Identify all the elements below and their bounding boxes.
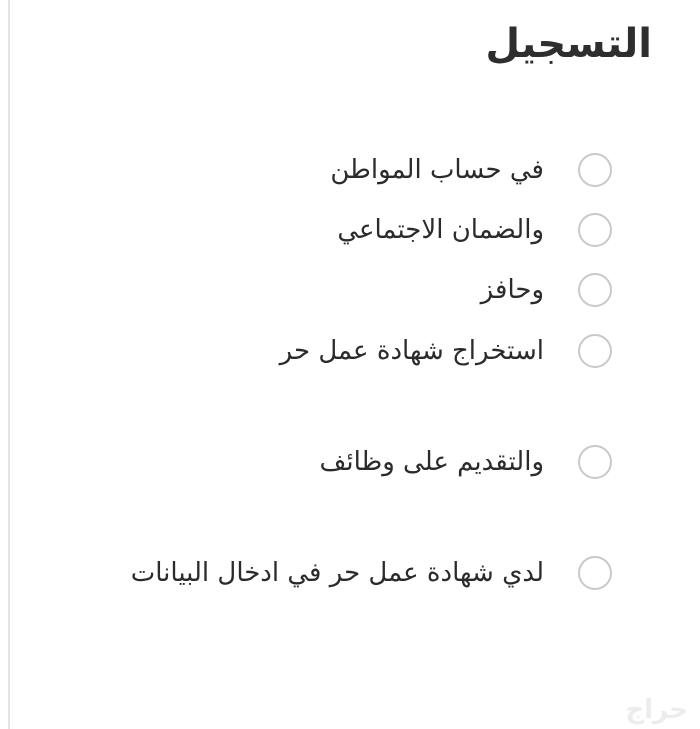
haraj-watermark: حراج: [625, 695, 688, 725]
option-social-security[interactable]: والضمان الاجتماعي: [337, 208, 612, 252]
options-list: في حساب المواطن والضمان الاجتماعي وحافز …: [0, 0, 700, 729]
radio-unselected-icon[interactable]: [578, 334, 612, 368]
option-job-applications[interactable]: والتقديم على وظائف: [319, 440, 612, 484]
option-label: والضمان الاجتماعي: [337, 215, 544, 245]
option-label: في حساب المواطن: [330, 155, 544, 185]
radio-unselected-icon[interactable]: [578, 153, 612, 187]
option-label: والتقديم على وظائف: [319, 447, 544, 477]
option-label: استخراج شهادة عمل حر: [279, 336, 544, 366]
option-hafiz[interactable]: وحافز: [481, 268, 612, 312]
radio-unselected-icon[interactable]: [578, 556, 612, 590]
radio-unselected-icon[interactable]: [578, 445, 612, 479]
radio-unselected-icon[interactable]: [578, 213, 612, 247]
option-citizen-account[interactable]: في حساب المواطن: [330, 148, 612, 192]
option-data-entry[interactable]: لدي شهادة عمل حر في ادخال البيانات: [131, 551, 612, 595]
radio-unselected-icon[interactable]: [578, 273, 612, 307]
option-label: لدي شهادة عمل حر في ادخال البيانات: [130, 558, 544, 588]
option-freelance-certificate[interactable]: استخراج شهادة عمل حر: [280, 329, 612, 373]
option-label: وحافز: [480, 275, 544, 305]
